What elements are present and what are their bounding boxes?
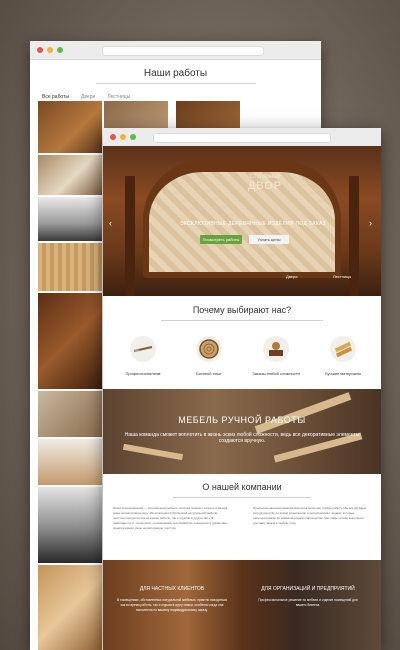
private-clients-text: В помещениях, обставленных натуральной м… bbox=[117, 598, 227, 612]
feature-label: Лучшие материалы bbox=[324, 371, 362, 376]
address-bar[interactable] bbox=[102, 46, 264, 56]
why-section-title: Почему выбирают нас? bbox=[192, 305, 292, 315]
gallery-photo-sauna[interactable] bbox=[38, 243, 102, 291]
gallery-photo-bedroom[interactable] bbox=[38, 155, 102, 195]
organizations-block: ДЛЯ ОРГАНИЗАЦИЙ И ПРЕДПРИЯТИЙ Профессион… bbox=[253, 586, 363, 608]
maximize-dot-icon[interactable] bbox=[57, 47, 63, 53]
logo-line-2: ДВОР bbox=[247, 180, 283, 192]
wood-plank-image bbox=[254, 392, 352, 434]
feature-label: Заказы любой сложности bbox=[252, 371, 300, 376]
slider-prev-icon[interactable]: ‹ bbox=[109, 218, 112, 228]
get-prices-button[interactable]: Узнать цены bbox=[249, 235, 289, 244]
minimize-dot-icon[interactable] bbox=[120, 134, 126, 140]
feature-experience: Богатый опыт bbox=[181, 336, 237, 376]
hero-subtitle: ЭКСКЛЮЗИВНЫЕ ДЕРЕВЯННЫЕ ИЗДЕЛИЯ ПОД ЗАКА… bbox=[180, 221, 326, 227]
about-divider bbox=[173, 497, 311, 498]
lathe-icon bbox=[263, 336, 289, 362]
handmade-banner: МЕБЕЛЬ РУЧНОЙ РАБОТЫ Наша команда сможет… bbox=[103, 389, 381, 474]
site-logo[interactable]: Столярный ДВОР bbox=[230, 174, 300, 192]
minimize-dot-icon[interactable] bbox=[47, 47, 53, 53]
window-titlebar bbox=[103, 128, 381, 147]
private-clients-title: ДЛЯ ЧАСТНЫХ КЛИЕНТОВ bbox=[139, 586, 205, 592]
maximize-dot-icon[interactable] bbox=[130, 134, 136, 140]
audience-banner: ДЛЯ ЧАСТНЫХ КЛИЕНТОВ В помещениях, обста… bbox=[103, 560, 381, 650]
about-text-left: Наша специализация — изготовление мебели… bbox=[113, 506, 229, 530]
hero-link-doors[interactable]: Двери bbox=[286, 274, 297, 279]
organizations-text: Профессиональное решение по мебели и отд… bbox=[258, 598, 358, 607]
wood-plank-image bbox=[122, 443, 184, 461]
handmade-subtitle: Наша команда сможет воплотить в жизнь эс… bbox=[124, 432, 360, 444]
title-divider bbox=[95, 83, 256, 84]
handmade-title: МЕБЕЛЬ РУЧНОЙ РАБОТЫ bbox=[178, 415, 306, 425]
chisel-icon bbox=[130, 336, 156, 362]
about-text-right: Профессиональная команда мастеров выполн… bbox=[253, 506, 367, 525]
gallery-photo-wood-room[interactable] bbox=[38, 101, 102, 153]
close-dot-icon[interactable] bbox=[37, 47, 43, 53]
gallery-photo-lobby[interactable] bbox=[38, 391, 102, 437]
gallery-photo-ceiling[interactable] bbox=[38, 197, 102, 241]
feature-best-materials: Лучшие материалы bbox=[315, 336, 371, 376]
why-divider bbox=[161, 320, 323, 321]
gallery-photo-hall[interactable] bbox=[38, 293, 102, 389]
homepage-window: Столярный ДВОР ЭКСКЛЮЗИВНЫЕ ДЕРЕВЯННЫЕ И… bbox=[103, 128, 381, 650]
about-section-title: О нашей компании bbox=[202, 482, 282, 492]
close-dot-icon[interactable] bbox=[110, 134, 116, 140]
feature-professionalism: Профессионализм bbox=[115, 336, 171, 376]
gallery-photo-stairs[interactable] bbox=[38, 565, 102, 650]
bed-post-left bbox=[125, 176, 135, 296]
slider-next-icon[interactable]: › bbox=[369, 218, 372, 228]
gallery-photo-fireplace[interactable] bbox=[38, 439, 102, 485]
gallery-photo-bathroom[interactable] bbox=[38, 487, 102, 563]
planks-icon bbox=[330, 336, 356, 362]
wood-slice-icon bbox=[196, 336, 222, 362]
address-bar[interactable] bbox=[153, 133, 331, 143]
hero-link-stairs[interactable]: Лестницы bbox=[333, 274, 351, 279]
feature-any-complexity: Заказы любой сложности bbox=[248, 336, 304, 376]
feature-label: Профессионализм bbox=[125, 371, 161, 376]
private-clients-block: ДЛЯ ЧАСТНЫХ КЛИЕНТОВ В помещениях, обста… bbox=[117, 586, 227, 613]
view-works-button[interactable]: Посмотреть работы bbox=[200, 235, 242, 244]
feature-label: Богатый опыт bbox=[196, 371, 222, 376]
hero-banner: Столярный ДВОР ЭКСКЛЮЗИВНЫЕ ДЕРЕВЯННЫЕ И… bbox=[103, 146, 381, 296]
page-title: Наши работы bbox=[143, 68, 208, 79]
window-titlebar bbox=[30, 41, 321, 60]
organizations-title: ДЛЯ ОРГАНИЗАЦИЙ И ПРЕДПРИЯТИЙ bbox=[261, 586, 355, 592]
